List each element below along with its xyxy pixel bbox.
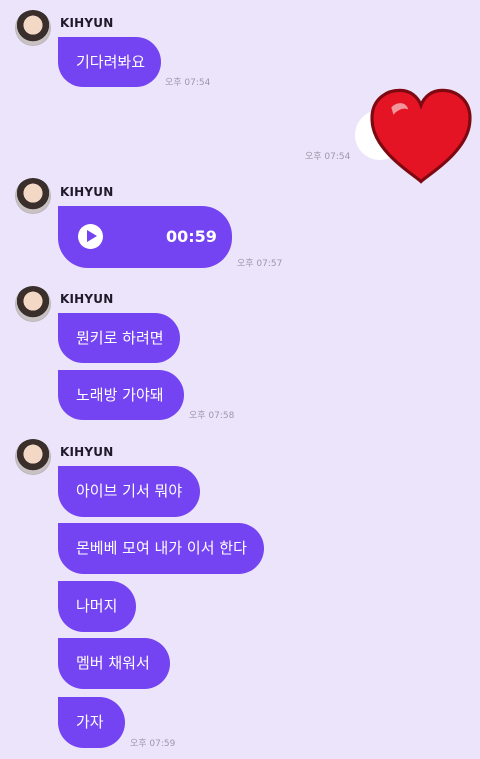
message-time: 오후 07:54 (305, 152, 351, 162)
message-bubble[interactable]: 나머지 (58, 581, 136, 632)
message-bubble[interactable]: 몬베베 모여 내가 이서 한다 (58, 523, 264, 574)
avatar[interactable] (15, 286, 51, 322)
message-time: 오후 07:58 (189, 411, 235, 421)
avatar[interactable] (15, 178, 51, 214)
message-time: 오후 07:54 (165, 78, 211, 88)
message-bubble[interactable]: 아이브 기서 뭐야 (58, 466, 200, 517)
voice-duration: 00:59 (166, 227, 217, 246)
message-bubble[interactable]: 멤버 채워서 (58, 638, 170, 689)
avatar[interactable] (15, 10, 51, 46)
message-bubble[interactable]: 기다려봐요 (58, 37, 161, 87)
message-bubble[interactable]: 노래방 가야돼 (58, 370, 184, 420)
sender-name: KIHYUN (60, 292, 114, 306)
sender-name: KIHYUN (60, 445, 114, 459)
message-bubble[interactable]: 가자 (58, 697, 125, 748)
message-time: 오후 07:57 (237, 259, 283, 269)
message-time: 오후 07:59 (130, 739, 176, 749)
sender-name: KIHYUN (60, 16, 114, 30)
avatar[interactable] (15, 439, 51, 475)
sender-name: KIHYUN (60, 185, 114, 199)
play-icon[interactable] (78, 224, 103, 249)
message-bubble[interactable]: 뭔키로 하려면 (58, 313, 180, 363)
voice-message-bubble[interactable]: 00:59 (58, 206, 232, 268)
heart-icon[interactable] (368, 88, 474, 186)
